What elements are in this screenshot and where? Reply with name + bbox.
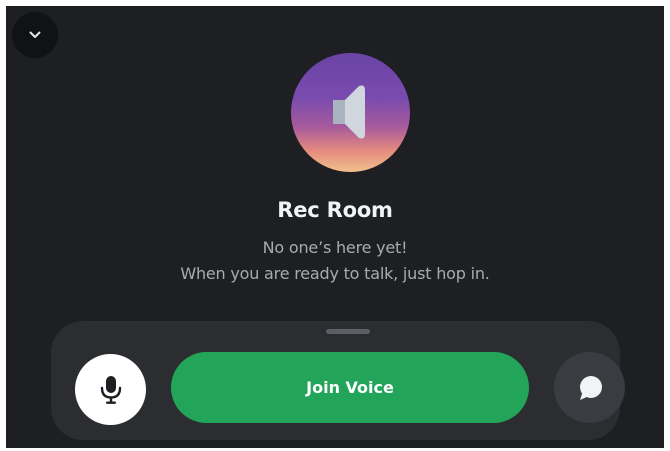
- empty-state-title: No one’s here yet!: [262, 238, 408, 257]
- voice-channel-panel: Rec Room No one’s here yet! When you are…: [6, 6, 664, 448]
- microphone-icon: [100, 375, 121, 404]
- speaker-icon: [333, 85, 365, 139]
- channel-title: Rec Room: [277, 198, 393, 222]
- chevron-down-icon: [29, 31, 41, 38]
- empty-state-subtitle: When you are ready to talk, just hop in.: [180, 264, 490, 283]
- channel-avatar: [291, 53, 410, 172]
- chat-button[interactable]: [554, 352, 625, 423]
- voice-controls-tray: Join Voice: [51, 321, 625, 440]
- microphone-button[interactable]: [75, 354, 146, 425]
- chat-bubble-icon: [579, 375, 602, 400]
- join-voice-button[interactable]: Join Voice: [171, 352, 529, 423]
- drag-handle[interactable]: [326, 329, 370, 334]
- collapse-button[interactable]: [12, 12, 58, 58]
